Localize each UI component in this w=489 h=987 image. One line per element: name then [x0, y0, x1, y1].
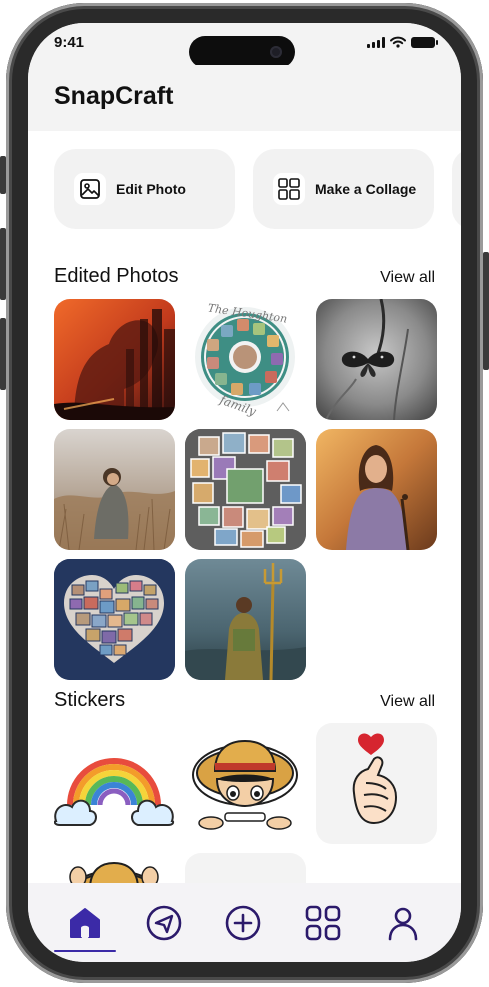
edit-photo-button[interactable]: Edit Photo [54, 149, 235, 229]
nav-create[interactable] [223, 903, 263, 943]
wifi-icon [390, 36, 406, 48]
home-icon [70, 908, 100, 938]
bottom-nav [28, 883, 461, 962]
plus-circle-icon [225, 905, 261, 941]
battery-icon [411, 36, 438, 48]
photo-grid-collage[interactable] [185, 429, 306, 550]
image-icon [74, 173, 106, 205]
stickers-header: Stickers View all [54, 689, 435, 712]
edited-photos-header: Edited Photos View all [54, 265, 435, 288]
nav-explore[interactable] [144, 903, 184, 943]
edited-photos-title: Edited Photos [54, 265, 179, 287]
photo-woman-in-purple-dress[interactable] [316, 429, 437, 550]
send-icon [146, 905, 182, 941]
grid-icon [273, 173, 305, 205]
nav-profile[interactable] [383, 903, 423, 943]
more-actions-card[interactable] [452, 149, 461, 229]
nav-apps[interactable] [303, 903, 343, 943]
photo-double-exposure-portrait[interactable] [54, 299, 175, 420]
make-collage-button[interactable]: Make a Collage [253, 149, 434, 229]
edit-photo-label: Edit Photo [116, 181, 186, 197]
camera-icon [270, 46, 282, 58]
screen: 9:41 SnapCraft Edit Photo Make a Collage… [28, 23, 461, 962]
signal-icon [367, 36, 385, 48]
nav-active-indicator [54, 950, 116, 952]
side-button-action [0, 156, 6, 194]
edited-photos-view-all[interactable]: View all [380, 269, 435, 287]
sticker-finger-heart[interactable] [316, 723, 437, 844]
photo-family-circle-collage[interactable]: The Houghton family [185, 299, 306, 420]
status-bar: 9:41 [28, 23, 461, 68]
user-icon [388, 907, 418, 941]
sticker-rainbow[interactable] [54, 723, 175, 844]
photo-heart-collage[interactable] [54, 559, 175, 680]
side-button-power [483, 252, 489, 370]
sticker-luffy-peeking[interactable] [185, 723, 306, 844]
grid-icon [305, 905, 341, 941]
app-title: SnapCraft [54, 82, 174, 110]
dynamic-island [189, 36, 295, 68]
stickers-title: Stickers [54, 689, 126, 711]
photo-woman-in-field[interactable] [54, 429, 175, 550]
nav-home[interactable] [65, 903, 105, 943]
photo-butterfly-on-flower[interactable] [316, 299, 437, 420]
app-header: SnapCraft [28, 65, 461, 131]
status-icons [367, 36, 438, 48]
side-button-volume-up [0, 228, 6, 300]
photo-aquaman-trident[interactable] [185, 559, 306, 680]
make-collage-label: Make a Collage [315, 181, 417, 197]
quick-actions: Edit Photo Make a Collage [54, 149, 461, 229]
stickers-view-all[interactable]: View all [380, 693, 435, 711]
status-time: 9:41 [54, 34, 85, 51]
side-button-volume-down [0, 318, 6, 390]
